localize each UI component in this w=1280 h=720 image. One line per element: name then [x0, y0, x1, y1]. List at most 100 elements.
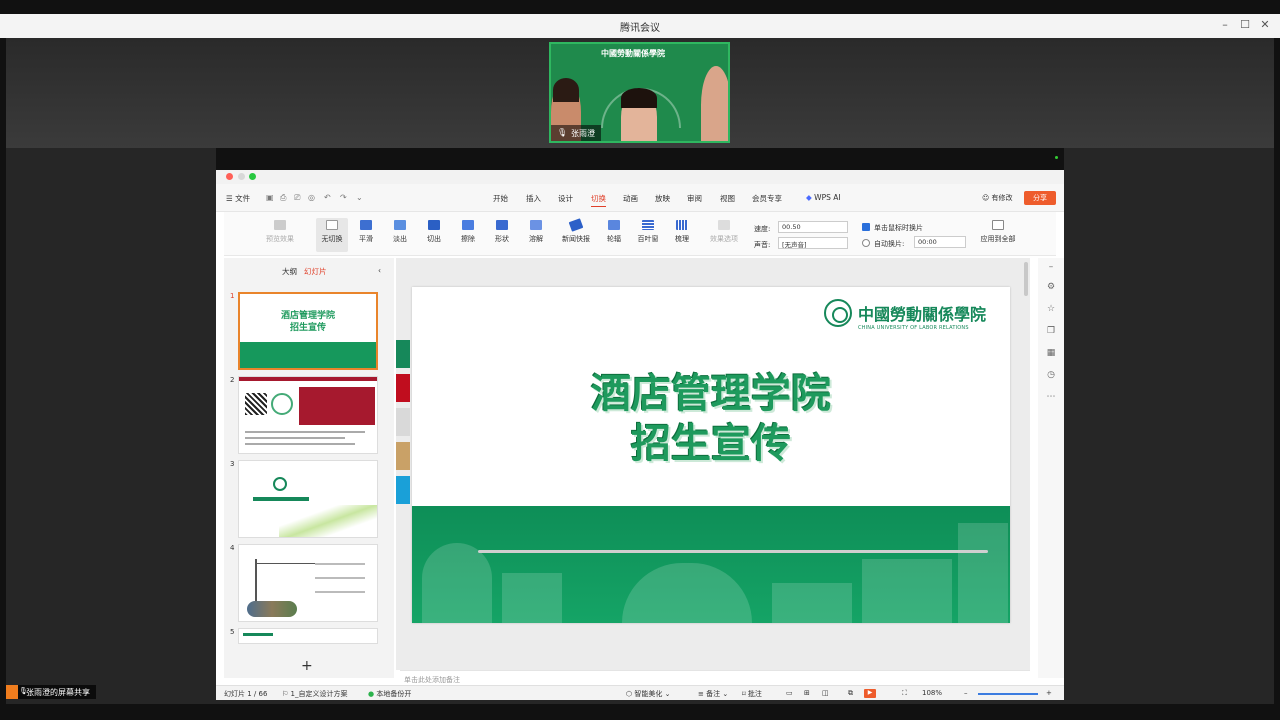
backup-status[interactable]: ● 本地备份开: [368, 689, 411, 699]
transition-label: 平滑: [359, 235, 373, 243]
color-swatch-green[interactable]: [396, 340, 410, 368]
transition-shape[interactable]: 形状: [486, 218, 518, 252]
tab-member[interactable]: 会员专享: [752, 193, 782, 204]
transition-label: 梳理: [675, 235, 689, 243]
maximize-icon[interactable]: ☐: [1238, 18, 1252, 31]
tab-home[interactable]: 开始: [493, 193, 508, 204]
transition-newsflash[interactable]: 新闻快报: [556, 218, 596, 252]
transition-cut[interactable]: 切出: [418, 218, 450, 252]
copy-icon[interactable]: ❐: [1044, 326, 1058, 336]
comments-button[interactable]: ⌑ 批注: [742, 689, 762, 699]
tab-insert[interactable]: 插入: [526, 193, 541, 204]
effect-options-button[interactable]: 效果选项: [704, 218, 744, 252]
slide-thumbnail-3[interactable]: [238, 460, 378, 538]
color-swatch-blue[interactable]: [396, 476, 410, 504]
user-icon: [6, 685, 18, 699]
apply-all-button[interactable]: 应用到全部: [976, 218, 1020, 252]
preview-icon[interactable]: ◎: [308, 193, 315, 202]
notes-button[interactable]: ≡ 备注 ⌄: [698, 689, 728, 699]
horizontal-scrollbar[interactable]: [478, 550, 988, 553]
vertical-scrollbar[interactable]: [1024, 262, 1028, 296]
normal-view-icon[interactable]: ▭: [786, 689, 793, 697]
participant-video[interactable]: 中國勞動關係學院 🎙 张雨澄: [549, 42, 730, 143]
mac-minimize-button[interactable]: [238, 173, 245, 180]
slide-thumbnail-4[interactable]: [238, 544, 378, 622]
transition-dissolve[interactable]: 溶解: [520, 218, 552, 252]
slide-title[interactable]: 酒店管理学院 招生宣传: [412, 369, 1010, 469]
auto-switch-time[interactable]: 00:00: [914, 236, 966, 248]
notes-area[interactable]: 单击此处添加备注: [400, 670, 1030, 686]
fit-icon[interactable]: ⛶: [902, 689, 907, 698]
transition-wipe[interactable]: 擦除: [452, 218, 484, 252]
newsflash-icon: [568, 218, 584, 232]
print-icon[interactable]: ⎚: [294, 193, 300, 203]
export-icon[interactable]: ⎙: [280, 193, 286, 203]
tab-view[interactable]: 视图: [720, 193, 735, 204]
university-logo: 中國勞動關係學院 CHINA UNIVERSITY OF LABOR RELAT…: [823, 299, 986, 331]
transition-none[interactable]: 无切换: [316, 218, 348, 252]
tab-slideshow[interactable]: 放映: [655, 193, 670, 204]
collapse-panel-icon[interactable]: ‹: [378, 266, 381, 275]
undo-icon[interactable]: ↶: [324, 193, 331, 202]
color-swatch-gray[interactable]: [396, 408, 410, 436]
modify-status[interactable]: ☺ 有修改: [982, 193, 1013, 203]
image-icon[interactable]: ▦: [1044, 348, 1058, 358]
theme-name[interactable]: ⚐ 1_自定义设计方案: [282, 689, 347, 699]
redo-icon[interactable]: ↷: [340, 193, 347, 202]
speed-input[interactable]: 00.50: [778, 221, 848, 233]
transition-smooth[interactable]: 平滑: [350, 218, 382, 252]
transition-wheel[interactable]: 轮辐: [598, 218, 630, 252]
file-menu-label: 文件: [235, 194, 251, 203]
slide-thumbnail-2[interactable]: [238, 376, 378, 454]
click-switch-checkbox[interactable]: [862, 223, 870, 231]
zoom-slider[interactable]: [978, 693, 1038, 695]
effect-options-icon: [718, 220, 730, 230]
tab-slides[interactable]: 幻灯片: [304, 266, 327, 277]
transition-blinds[interactable]: 百叶窗: [632, 218, 664, 252]
zoom-level[interactable]: 108%: [922, 689, 942, 697]
tab-design[interactable]: 设计: [558, 193, 573, 204]
more-icon[interactable]: ⋯: [1044, 392, 1058, 402]
slide-number: 5: [230, 628, 235, 636]
presenter-icon[interactable]: ⧉: [848, 689, 853, 698]
settings-icon[interactable]: ⚙: [1044, 282, 1058, 292]
preview-effect-button[interactable]: 预览效果: [260, 218, 300, 252]
tab-review[interactable]: 审阅: [687, 193, 702, 204]
tab-wps-ai[interactable]: ◆ WPS AI: [806, 193, 841, 202]
tab-outline[interactable]: 大纲: [282, 266, 297, 277]
minimize-icon[interactable]: –: [1218, 18, 1232, 31]
reading-view-icon[interactable]: ◫: [822, 689, 829, 697]
transition-label: 擦除: [461, 235, 475, 243]
thumb-connector: [255, 559, 257, 601]
sound-select[interactable]: [无声音]: [778, 237, 848, 249]
current-slide[interactable]: 中國勞動關係學院 CHINA UNIVERSITY OF LABOR RELAT…: [412, 287, 1010, 623]
dissolve-icon: [530, 220, 542, 230]
more-icon[interactable]: ⌄: [356, 193, 363, 202]
auto-switch-checkbox[interactable]: [862, 239, 870, 247]
close-icon[interactable]: ✕: [1258, 18, 1272, 31]
zoom-in-icon[interactable]: +: [1046, 689, 1052, 697]
mac-zoom-button[interactable]: [249, 173, 256, 180]
star-icon[interactable]: ☆: [1044, 304, 1058, 314]
beautify-button[interactable]: ⬡ 智能美化 ⌄: [626, 689, 670, 699]
slide-thumbnail-1[interactable]: 酒店管理学院 招生宣传: [238, 292, 378, 370]
screen-share-indicator[interactable]: 🎙 张雨澄的屏幕共享: [6, 685, 96, 699]
transition-comb[interactable]: 梳理: [666, 218, 698, 252]
save-icon[interactable]: ▣: [266, 193, 274, 202]
color-swatch-tan[interactable]: [396, 442, 410, 470]
file-menu[interactable]: ☰ 文件: [226, 193, 250, 204]
color-swatch-red[interactable]: [396, 374, 410, 402]
grid-view-icon[interactable]: ⊞: [804, 689, 810, 697]
slide-thumbnail-5[interactable]: [238, 628, 378, 644]
tab-animation[interactable]: 动画: [623, 193, 638, 204]
collapse-icon[interactable]: –: [1044, 262, 1058, 272]
share-button[interactable]: 分享: [1024, 191, 1056, 205]
add-slide-button[interactable]: +: [301, 658, 313, 674]
zoom-out-icon[interactable]: –: [964, 689, 968, 697]
play-icon[interactable]: ▶: [864, 689, 876, 698]
history-icon[interactable]: ◷: [1044, 370, 1058, 380]
transition-fade[interactable]: 淡出: [384, 218, 416, 252]
tab-transitions[interactable]: 切换: [591, 193, 606, 207]
mac-close-button[interactable]: [226, 173, 233, 180]
share-status-label: 张雨澄的屏幕共享: [26, 688, 90, 697]
